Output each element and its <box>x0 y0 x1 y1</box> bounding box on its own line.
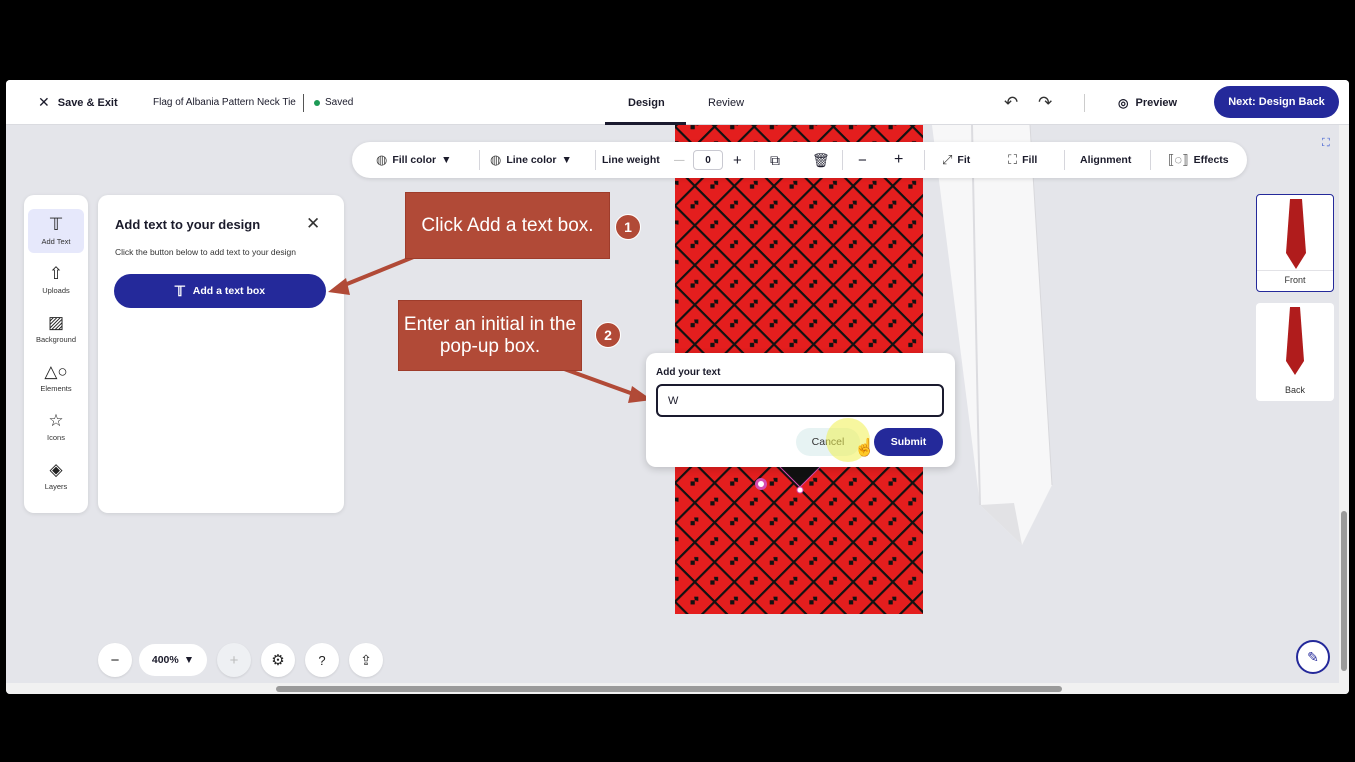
zoom-level-value: 400% <box>151 654 179 666</box>
view-back[interactable]: Back <box>1256 303 1334 401</box>
tie-thumbnail-back <box>1286 307 1304 375</box>
caret-down-icon: ▼ <box>183 654 195 666</box>
hand-cursor-icon: ☝ <box>854 438 876 457</box>
share-icon[interactable]: ⇪ <box>349 643 383 677</box>
help-icon[interactable]: ? <box>305 643 339 677</box>
step-badge-1: 1 <box>615 214 641 240</box>
vertical-scrollbar[interactable] <box>1339 125 1349 683</box>
design-app: ✕ Save & Exit Flag of Albania Pattern Ne… <box>6 80 1349 694</box>
zoom-level-select[interactable]: 400% ▼ <box>139 644 207 676</box>
view-front[interactable]: Front <box>1256 194 1334 292</box>
vertical-scroll-thumb[interactable] <box>1341 511 1347 671</box>
settings-icon[interactable]: ⚙ <box>261 643 295 677</box>
submit-button[interactable]: Submit <box>874 428 943 456</box>
chat-feedback-icon[interactable]: ✎ <box>1296 640 1330 674</box>
focus-icon[interactable]: ⛶ <box>1322 137 1330 150</box>
callout-step-1: Click Add a text box. <box>405 192 610 259</box>
divider <box>1257 270 1333 271</box>
dialog-title: Add your text <box>656 367 721 378</box>
horizontal-scroll-thumb[interactable] <box>276 686 1062 692</box>
zoom-out-button[interactable]: − <box>98 643 132 677</box>
tie-thumbnail-front <box>1286 199 1306 269</box>
add-text-dialog: Add your text Cancel Submit <box>646 353 955 467</box>
step-badge-2: 2 <box>595 322 621 348</box>
callout-step-2: Enter an initial in the pop-up box. <box>398 300 582 371</box>
view-front-label: Front <box>1284 275 1306 285</box>
horizontal-scrollbar[interactable] <box>6 683 1349 694</box>
zoom-in-button[interactable]: + <box>217 643 251 677</box>
view-back-label: Back <box>1284 385 1305 395</box>
text-input[interactable] <box>656 384 944 417</box>
